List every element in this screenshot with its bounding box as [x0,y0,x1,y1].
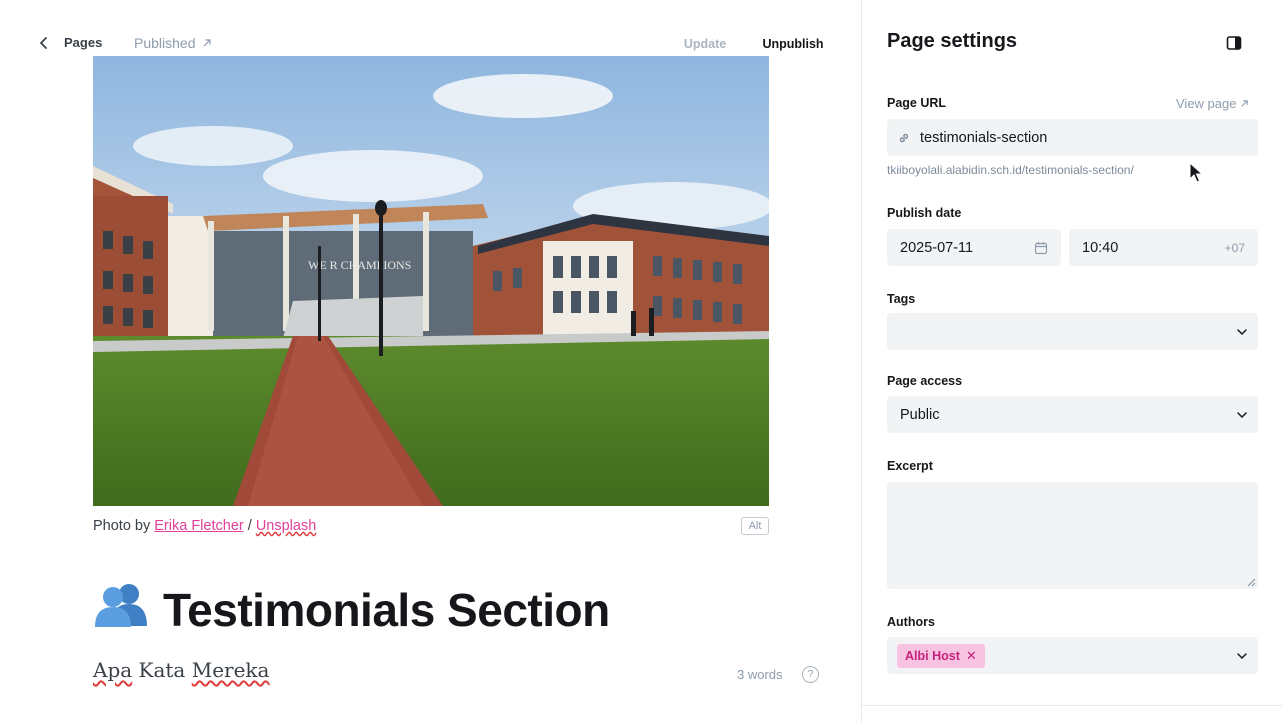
unpublish-button[interactable]: Unpublish [750,29,836,59]
publish-time-input[interactable]: 10:40 +07 [1069,229,1258,266]
post-status-button[interactable]: Published [122,28,224,58]
authors-label: Authors [887,615,935,629]
authors-select[interactable]: Albi Host ✕ [887,637,1258,674]
caption-separator: / [243,518,256,534]
help-icon[interactable]: ? [802,666,819,683]
back-arrow-icon[interactable] [34,33,54,53]
link-icon [899,133,909,142]
full-url-hint: tkiiboyolali.alabidin.sch.id/testimonial… [887,163,1134,177]
chevron-down-icon [1237,652,1247,659]
body-text[interactable]: Apa Kata Mereka [93,658,269,682]
caption-author-link[interactable]: Erika Fletcher [154,518,243,534]
excerpt-label: Excerpt [887,459,933,473]
chevron-down-icon [1237,411,1247,418]
page-access-select[interactable]: Public [887,396,1258,433]
view-page-label: View page [1176,96,1237,111]
update-button[interactable]: Update [670,29,740,59]
external-link-icon [203,39,211,47]
excerpt-textarea[interactable] [887,482,1258,589]
body-word: Kata [138,658,186,682]
building-sign: WE R CHAMPIONS [308,258,411,272]
external-link-icon [1241,100,1249,107]
resize-handle-icon[interactable] [1247,578,1256,587]
page-title-text: Testimonials Section [163,583,610,636]
breadcrumb-pages-link[interactable]: Pages [64,35,102,50]
panel-divider [862,705,1282,706]
page-url-label: Page URL [887,96,947,110]
sidebar-toggle-icon[interactable] [1224,33,1244,53]
tags-select[interactable] [887,313,1258,350]
page-url-value: testimonials-section [920,129,1048,146]
post-status-label: Published [134,35,196,51]
remove-author-icon[interactable]: ✕ [966,648,977,664]
timezone-label: +07 [1224,240,1245,255]
page-settings-panel: Page settings Page URL View page testimo… [861,0,1282,722]
publish-time-value: 10:40 [1082,239,1119,256]
alt-text-button[interactable]: Alt [741,517,769,535]
caption-prefix: Photo by [93,518,155,534]
view-page-link[interactable]: View page [1176,96,1249,111]
author-chip: Albi Host ✕ [897,643,985,668]
body-word: Mereka [191,658,270,682]
publish-date-value: 2025-07-11 [900,239,974,256]
calendar-icon[interactable] [1034,241,1048,255]
image-caption[interactable]: Photo by Erika Fletcher / Unsplash [93,518,316,534]
editor-canvas: Pages Published Update Unpublish WE R CH… [0,0,862,722]
caption-source-link[interactable]: Unsplash [256,518,316,534]
page-access-label: Page access [887,374,963,388]
publish-date-label: Publish date [887,206,962,220]
author-chip-label: Albi Host [905,648,960,663]
feature-image[interactable]: WE R CHAMPIONS [93,56,769,506]
page-title[interactable]: Testimonials Section [93,580,610,639]
panel-title: Page settings [887,30,1018,52]
body-word: Apa [93,658,133,682]
chevron-down-icon [1237,328,1247,335]
title-emoji [93,580,151,639]
page-url-input[interactable]: testimonials-section [887,119,1258,156]
mouse-cursor-icon [1189,162,1203,183]
page-access-value: Public [900,406,940,423]
tags-label: Tags [887,292,916,306]
word-count: 3 words [737,667,783,682]
publish-date-input[interactable]: 2025-07-11 [887,229,1061,266]
